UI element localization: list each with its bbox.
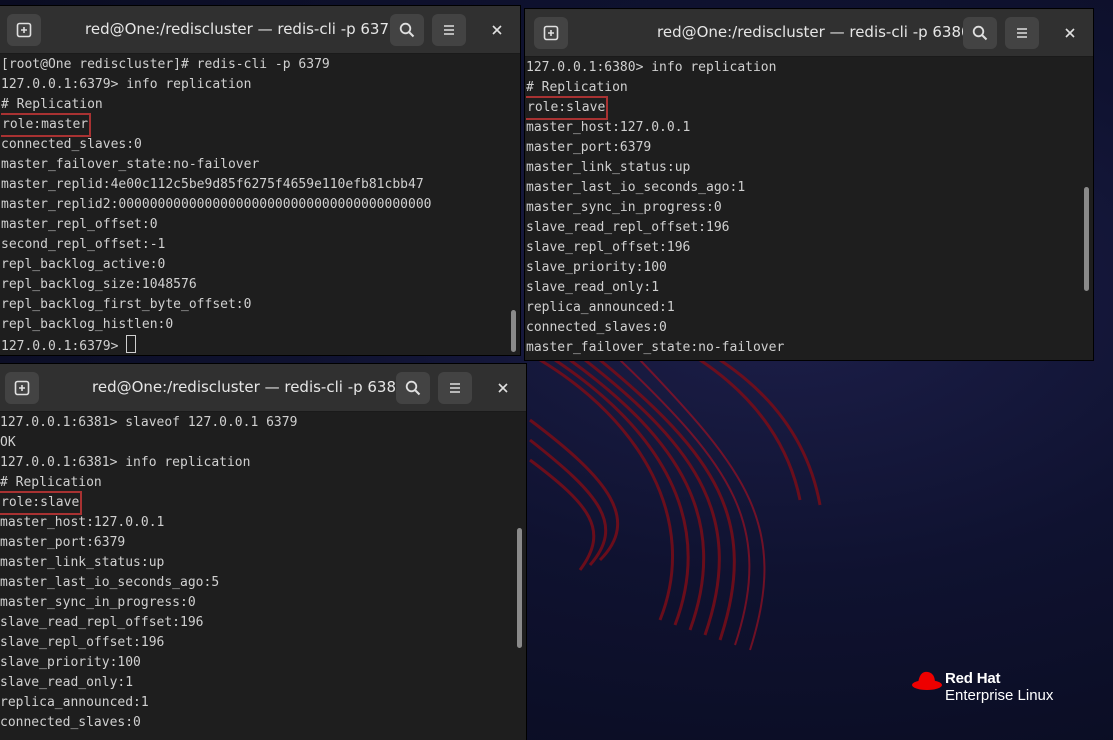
- role-highlight: role:master: [1, 113, 92, 137]
- search-button[interactable]: [963, 17, 997, 49]
- terminal-line: replica_announced:1: [526, 300, 675, 315]
- terminal-line: # Replication: [0, 475, 102, 490]
- terminal-line: 127.0.0.1:6379> info replication: [1, 77, 252, 92]
- close-button[interactable]: [487, 372, 519, 404]
- close-icon: [492, 25, 502, 35]
- terminal-output[interactable]: 127.0.0.1:6381> slaveof 127.0.0.1 6379 O…: [0, 413, 512, 740]
- text-cursor: [126, 335, 137, 353]
- close-icon: [498, 383, 508, 393]
- new-tab-icon: [14, 380, 30, 396]
- terminal-line: master_failover_state:no-failover: [526, 340, 785, 355]
- terminal-prompt-line[interactable]: 127.0.0.1:6379>: [1, 335, 506, 355]
- terminal-line-role: role:master: [1, 113, 506, 137]
- terminal-line: master_sync_in_progress:0: [526, 200, 722, 215]
- terminal-line: master_port:6379: [526, 140, 652, 155]
- terminal-window-6379[interactable]: red@One:/rediscluster — redis-cli -p 637…: [0, 6, 520, 355]
- terminal-line: repl_backlog_histlen:0: [1, 317, 174, 332]
- terminal-line: master_host:127.0.0.1: [0, 515, 165, 530]
- terminal-line: # Replication: [1, 97, 103, 112]
- terminal-line: master_last_io_seconds_ago:1: [526, 180, 746, 195]
- titlebar[interactable]: red@One:/rediscluster — redis-cli -p 638…: [0, 364, 526, 412]
- terminal-line: master_sync_in_progress:0: [0, 595, 196, 610]
- terminal-line: slave_read_only:1: [0, 675, 134, 690]
- prompt-text: 127.0.0.1:6379>: [1, 339, 127, 354]
- scrollbar[interactable]: [1084, 187, 1089, 291]
- search-button[interactable]: [396, 372, 430, 404]
- role-highlight: role:slave: [0, 491, 83, 515]
- role-highlight: role:slave: [526, 96, 609, 120]
- terminal-line: master_link_status:up: [0, 555, 165, 570]
- new-tab-icon: [543, 25, 559, 41]
- hamburger-menu-icon: [1017, 28, 1027, 38]
- menu-button[interactable]: [432, 14, 466, 46]
- redhat-hat-icon: [912, 671, 942, 690]
- new-tab-button[interactable]: [7, 14, 41, 46]
- hamburger-menu-icon: [450, 383, 460, 393]
- terminal-output[interactable]: 127.0.0.1:6380> info replication # Repli…: [526, 58, 1079, 360]
- titlebar[interactable]: red@One:/rediscluster — redis-cli -p 637…: [0, 6, 520, 54]
- terminal-line: slave_priority:100: [0, 655, 141, 670]
- terminal-line: connected_slaves:0: [0, 715, 141, 730]
- scrollbar[interactable]: [517, 528, 522, 648]
- search-icon: [399, 22, 415, 38]
- titlebar[interactable]: red@One:/rediscluster — redis-cli -p 638…: [525, 9, 1093, 57]
- terminal-line: master_link_status:up: [526, 160, 691, 175]
- terminal-line: 127.0.0.1:6380> info replication: [526, 60, 777, 75]
- window-title: red@One:/rediscluster — redis-cli -p 638…: [92, 378, 406, 396]
- terminal-window-6380[interactable]: red@One:/rediscluster — redis-cli -p 638…: [525, 9, 1093, 360]
- terminal-line: connected_slaves:0: [526, 320, 667, 335]
- search-button[interactable]: [390, 14, 424, 46]
- menu-button[interactable]: [438, 372, 472, 404]
- terminal-line: master_replid2:0000000000000000000000000…: [1, 197, 432, 212]
- close-button[interactable]: [481, 14, 513, 46]
- terminal-line: # Replication: [526, 80, 628, 95]
- close-icon: [1065, 28, 1075, 38]
- terminal-line: master_port:6379: [0, 535, 126, 550]
- new-tab-button[interactable]: [5, 372, 39, 404]
- terminal-line: master_repl_offset:0: [1, 217, 158, 232]
- new-tab-button[interactable]: [534, 17, 568, 49]
- close-button[interactable]: [1054, 17, 1086, 49]
- terminal-line: replica_announced:1: [0, 695, 149, 710]
- terminal-line: repl_backlog_size:1048576: [1, 277, 197, 292]
- terminal-line: slave_repl_offset:196: [526, 240, 691, 255]
- search-icon: [405, 380, 421, 396]
- new-tab-icon: [16, 22, 32, 38]
- search-icon: [972, 25, 988, 41]
- terminal-line: slave_priority:100: [526, 260, 667, 275]
- terminal-line: master_failover_state:no-failover: [1, 157, 260, 172]
- terminal-line: master_last_io_seconds_ago:5: [0, 575, 220, 590]
- terminal-line-role: role:slave: [0, 491, 512, 515]
- terminal-line: slave_read_repl_offset:196: [0, 615, 204, 630]
- terminal-line: repl_backlog_first_byte_offset:0: [1, 297, 252, 312]
- terminal-window-6381[interactable]: red@One:/rediscluster — redis-cli -p 638…: [0, 364, 526, 740]
- logo-text-redhat: Red Hat: [945, 670, 1001, 687]
- terminal-line: connected_slaves:0: [1, 137, 142, 152]
- terminal-line: slave_repl_offset:196: [0, 635, 165, 650]
- window-title: red@One:/rediscluster — redis-cli -p 638…: [657, 23, 971, 41]
- terminal-line: master_replid:4e00c112c5be9d85f6275f4659…: [1, 177, 424, 192]
- terminal-line: slave_read_only:1: [526, 280, 660, 295]
- terminal-line: OK: [0, 435, 16, 450]
- terminal-line: 127.0.0.1:6381> slaveof 127.0.0.1 6379: [0, 415, 298, 430]
- terminal-line-role: role:slave: [526, 96, 1079, 120]
- terminal-line: master_host:127.0.0.1: [526, 120, 691, 135]
- terminal-line: slave_read_repl_offset:196: [526, 220, 730, 235]
- logo-text-enterprise-linux: Enterprise Linux: [945, 687, 1054, 704]
- terminal-line: [root@One rediscluster]# redis-cli -p 63…: [1, 57, 330, 72]
- terminal-line: repl_backlog_active:0: [1, 257, 166, 272]
- terminal-output[interactable]: [root@One rediscluster]# redis-cli -p 63…: [1, 55, 506, 355]
- menu-button[interactable]: [1005, 17, 1039, 49]
- redhat-logo: Red Hat Enterprise Linux: [911, 668, 1081, 708]
- scrollbar[interactable]: [511, 310, 516, 352]
- window-title: red@One:/rediscluster — redis-cli -p 637…: [85, 20, 399, 38]
- terminal-line: second_repl_offset:-1: [1, 237, 166, 252]
- hamburger-menu-icon: [444, 25, 454, 35]
- terminal-line: 127.0.0.1:6381> info replication: [0, 455, 251, 470]
